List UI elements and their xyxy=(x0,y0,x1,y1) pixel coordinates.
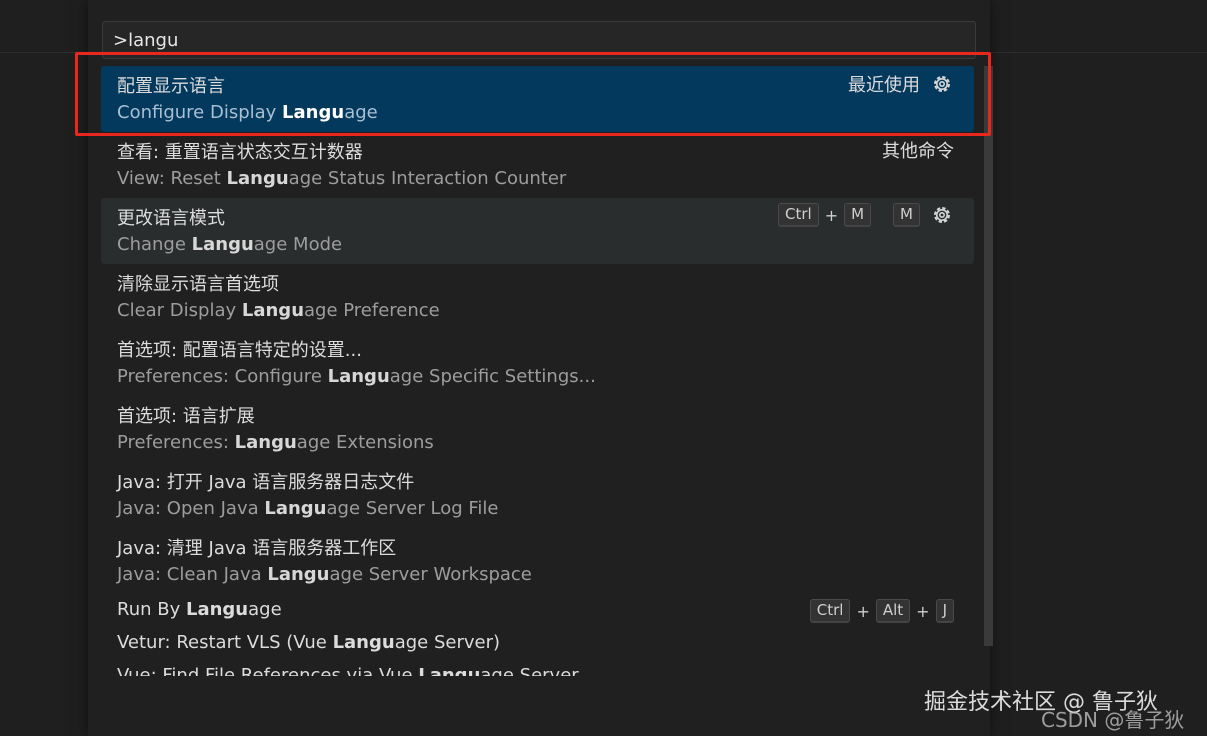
command-item-language-extensions[interactable]: 首选项: 语言扩展 Preferences: Language Extensio… xyxy=(101,396,974,462)
command-meta: 其他命令 xyxy=(882,137,954,163)
command-label: 更改语言模式 xyxy=(117,208,225,229)
keybinding-plus: + xyxy=(856,601,870,621)
command-description: Preferences: Language Extensions xyxy=(117,432,434,453)
keybinding-key: Ctrl xyxy=(809,599,851,623)
command-label: Java: 清理 Java 语言服务器工作区 xyxy=(117,538,397,559)
command-description: Java: Open Java Language Server Log File xyxy=(117,498,499,519)
command-description: View: Reset Language Status Interaction … xyxy=(117,168,567,189)
command-item-open-java-log[interactable]: Java: 打开 Java 语言服务器日志文件 Java: Open Java … xyxy=(101,462,974,528)
gear-icon[interactable] xyxy=(930,203,954,227)
highlight-annotation-box xyxy=(75,52,991,136)
command-meta: Ctrl + M M xyxy=(777,203,954,227)
command-label: Vue: Find File References via Vue Langua… xyxy=(117,665,579,676)
command-label: 查看: 重置语言状态交互计数器 xyxy=(117,142,363,163)
command-item-vue-find-references[interactable]: Vue: Find File References via Vue Langua… xyxy=(101,660,974,676)
command-label: 首选项: 语言扩展 xyxy=(117,406,255,427)
command-label: Run By Language xyxy=(117,599,282,620)
command-item-change-language-mode[interactable]: 更改语言模式 Change Language Mode Ctrl + M M xyxy=(101,198,974,264)
command-label: 首选项: 配置语言特定的设置... xyxy=(117,340,362,361)
command-item-clear-display-language[interactable]: 清除显示语言首选项 Clear Display Language Prefere… xyxy=(101,264,974,330)
command-description: Preferences: Configure Language Specific… xyxy=(117,366,596,387)
command-description: Java: Clean Java Language Server Workspa… xyxy=(117,564,532,585)
search-input-value[interactable]: >langu xyxy=(113,30,178,51)
command-list: 配置显示语言 Configure Display Language 最近使用 查… xyxy=(101,66,987,676)
command-description: Clear Display Language Preference xyxy=(117,300,440,321)
keybinding-key: M xyxy=(893,203,920,227)
command-description: Change Language Mode xyxy=(117,234,343,255)
keybinding-key: Ctrl xyxy=(777,203,819,227)
watermark-csdn: CSDN @鲁子狄 xyxy=(1041,708,1185,732)
keybinding-key: J xyxy=(935,599,954,623)
command-item-configure-language-settings[interactable]: 首选项: 配置语言特定的设置... Preferences: Configure… xyxy=(101,330,974,396)
list-scrollbar[interactable] xyxy=(984,66,993,646)
command-item-clean-java-workspace[interactable]: Java: 清理 Java 语言服务器工作区 Java: Clean Java … xyxy=(101,528,974,594)
command-label: 清除显示语言首选项 xyxy=(117,274,279,295)
keybinding-key: Alt xyxy=(875,599,911,623)
command-item-reset-language-status[interactable]: 查看: 重置语言状态交互计数器 View: Reset Language Sta… xyxy=(101,132,974,198)
command-meta: Ctrl + Alt + J xyxy=(809,599,954,623)
command-item-vetur-restart-vls[interactable]: Vetur: Restart VLS (Vue Language Server) xyxy=(101,627,974,660)
other-commands-label: 其他命令 xyxy=(882,141,954,162)
keybinding-plus: + xyxy=(916,601,930,621)
command-label: Java: 打开 Java 语言服务器日志文件 xyxy=(117,472,415,493)
command-label: Vetur: Restart VLS (Vue Language Server) xyxy=(117,632,501,653)
command-item-run-by-language[interactable]: Run By Language Ctrl + Alt + J xyxy=(101,594,974,627)
keybinding-key: M xyxy=(844,203,872,227)
keybinding-plus: + xyxy=(824,205,839,225)
